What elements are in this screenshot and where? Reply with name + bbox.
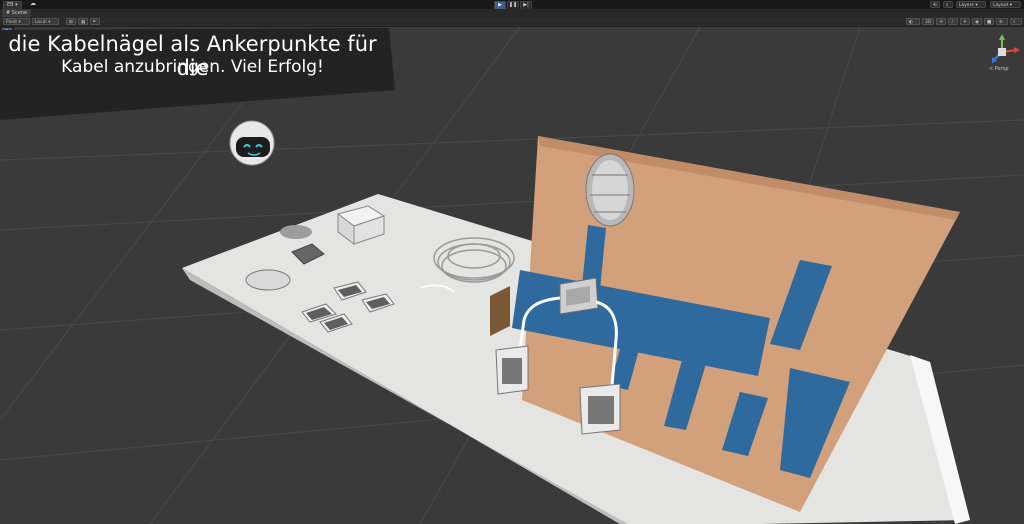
grid-icon: # — [6, 10, 11, 16]
play-icon: ▶ — [498, 2, 502, 8]
pivot-toggle[interactable]: Pivot ▾ — [3, 18, 30, 25]
layers-label: Layers — [959, 3, 974, 8]
audio-toggle[interactable]: ♪ — [948, 18, 958, 25]
search-scene-button[interactable]: ⌕ — [1010, 18, 1022, 25]
search-icon: ⌕ — [1013, 20, 1016, 25]
cloud-icon[interactable]: ☁ — [30, 1, 38, 7]
wall-lamp[interactable] — [585, 153, 635, 227]
grid-snap-icon: ⊞ — [69, 20, 73, 25]
layout-dropdown[interactable]: Layout ▾ — [990, 1, 1021, 8]
tab-scene-label: Scene — [11, 10, 28, 16]
lamp-part[interactable] — [245, 269, 291, 291]
lighting-toggle[interactable]: ☀ — [936, 18, 946, 25]
shading-icon: ◐ — [909, 20, 913, 25]
tab-bar: # Scene — [0, 9, 1024, 17]
local-label: Local — [35, 20, 47, 25]
pivot-label: Pivot — [6, 20, 18, 25]
camera-icon: ■ — [987, 20, 992, 25]
instruction-banner: die Kabelnägel als Ankerpunkte für die K… — [0, 28, 395, 120]
grid-visibility-button[interactable]: ▦ — [78, 18, 88, 25]
gizmo-center[interactable] — [998, 48, 1006, 56]
effects-icon: ✦ — [963, 20, 967, 25]
globe-icon: ⊕ — [999, 20, 1003, 25]
2d-label: 3D — [925, 20, 932, 25]
snap-increment-button[interactable]: ⌗ — [90, 18, 100, 25]
projection-label[interactable]: < Persp — [989, 66, 1009, 72]
layout-label: Layout — [993, 3, 1009, 8]
grid-icon: ▦ — [81, 20, 86, 25]
search-button[interactable]: ⌕ — [943, 1, 953, 8]
2d-toggle[interactable]: 3D — [922, 18, 934, 25]
wall-socket-left[interactable] — [495, 345, 529, 395]
banner-line-2: Kabel anzubringen. Viel Erfolg! — [61, 57, 324, 77]
layers-dropdown[interactable]: Layers ▾ — [956, 1, 986, 8]
history-button[interactable]: ⟲ — [930, 1, 940, 8]
wall-socket-right[interactable] — [579, 383, 621, 435]
tab-scene[interactable]: # Scene — [2, 9, 32, 17]
account-label: EB — [7, 2, 14, 8]
gizmos-dropdown[interactable]: ⊕ — [996, 18, 1008, 25]
item-shadow — [280, 225, 312, 239]
audio-icon: ♪ — [951, 20, 954, 25]
search-icon: ⌕ — [946, 3, 949, 8]
draw-mode-dropdown[interactable]: ◐ — [906, 18, 920, 25]
robot-avatar[interactable] — [229, 120, 275, 166]
history-icon: ⟲ — [933, 3, 937, 8]
y-axis-icon[interactable] — [999, 34, 1005, 40]
snap-icon: ⌗ — [93, 20, 96, 25]
light-icon: ☀ — [939, 20, 944, 25]
local-toggle[interactable]: Local ▾ — [32, 18, 59, 25]
effects-toggle[interactable]: ✦ — [960, 18, 970, 25]
top-bar: EB ▾ ☁ ▶ ❚❚ ▶| ⟲ ⌕ Layers ▾ Layout ▾ — [0, 0, 1024, 10]
junction-box[interactable] — [559, 277, 599, 315]
step-icon: ▶| — [523, 2, 529, 8]
camera-settings-button[interactable]: ■ — [984, 18, 994, 25]
scene-toolbar: Pivot ▾ Local ▾ ⊞ ▦ ⌗ ◐ 3D ☀ ♪ ✦ ◉ ■ ⊕ ⌕ — [0, 17, 1024, 27]
grid-snap-button[interactable]: ⊞ — [66, 18, 76, 25]
eye-icon: ◉ — [975, 20, 979, 25]
pause-icon: ❚❚ — [508, 2, 518, 8]
hidden-objects-toggle[interactable]: ◉ — [972, 18, 982, 25]
x-axis-icon[interactable] — [1014, 47, 1020, 53]
